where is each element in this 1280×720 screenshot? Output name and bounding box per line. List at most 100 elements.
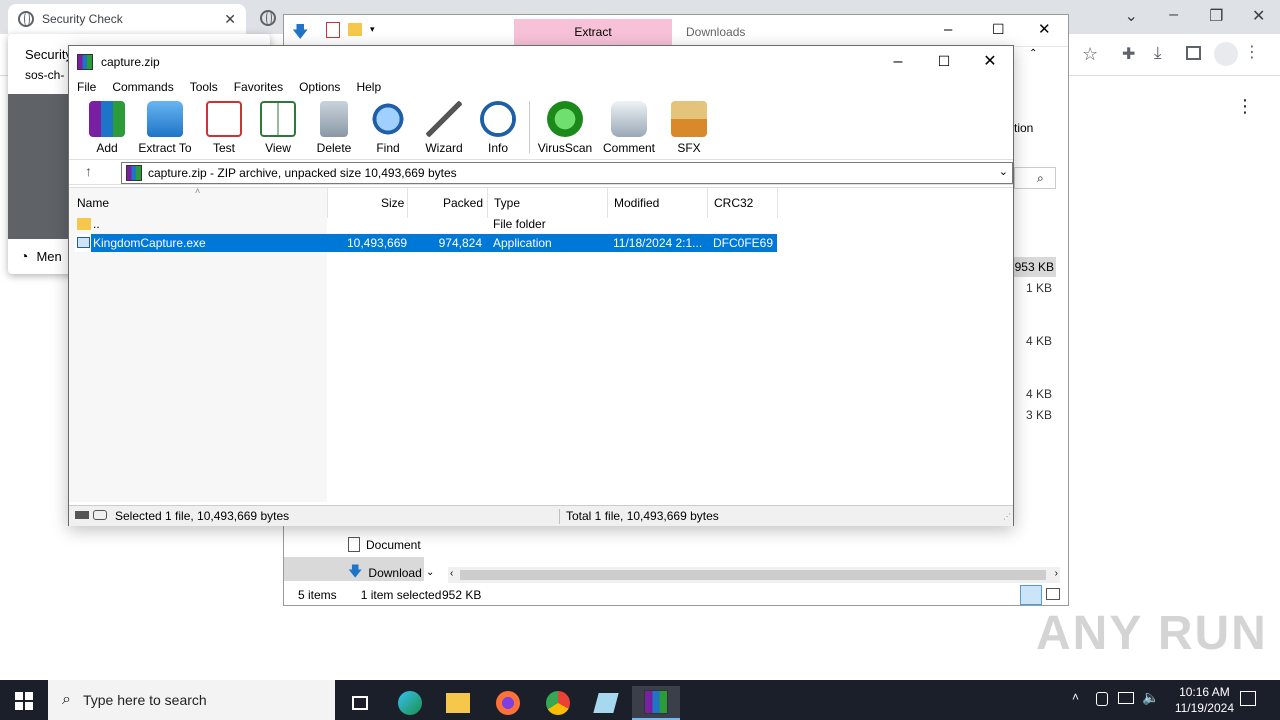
- menu-favorites[interactable]: Favorites: [226, 77, 291, 97]
- archive-path-field[interactable]: capture.zip - ZIP archive, unpacked size…: [121, 162, 1013, 184]
- up-arrow-icon[interactable]: ↑: [85, 163, 92, 179]
- column-packed[interactable]: Packed: [443, 196, 483, 210]
- chevron-down-icon[interactable]: ⌄: [1110, 6, 1153, 28]
- column-modified[interactable]: Modified: [614, 196, 659, 210]
- minimize-icon[interactable]: –: [1153, 6, 1196, 28]
- properties-icon[interactable]: [326, 22, 340, 38]
- wizard-icon: [426, 101, 462, 137]
- popup-subtitle: sos-ch-: [25, 68, 65, 82]
- maximize-icon[interactable]: ☐: [921, 46, 967, 77]
- maximize-icon[interactable]: ☐: [992, 21, 1005, 38]
- chevron-down-icon[interactable]: ⌄: [426, 567, 434, 578]
- volume-icon[interactable]: 🔈: [1142, 689, 1159, 706]
- resize-grip-icon[interactable]: ⋰: [1003, 512, 1011, 521]
- info-button[interactable]: Info: [470, 101, 526, 155]
- add-button[interactable]: Add: [79, 101, 135, 155]
- kebab-menu-icon[interactable]: ⋮: [1244, 42, 1260, 62]
- restore-icon[interactable]: ❐: [1195, 6, 1238, 28]
- chevron-left-icon[interactable]: ‹: [450, 568, 453, 579]
- file-size: 953 KB: [1014, 257, 1056, 277]
- toolbar-label: Test: [212, 141, 235, 155]
- chrome-icon[interactable]: [534, 686, 582, 720]
- popup-menu-label: Men: [36, 248, 62, 264]
- winrar-taskbar-icon[interactable]: [632, 686, 680, 720]
- chevron-down-icon[interactable]: ⌄: [999, 165, 1008, 178]
- edge-icon[interactable]: [386, 686, 434, 720]
- winrar-window: capture.zip – ☐ ✕ File Commands Tools Fa…: [68, 45, 1014, 526]
- table-row[interactable]: KingdomCapture.exe 10,493,669 974,824 Ap…: [75, 234, 777, 252]
- extract-to-button[interactable]: Extract To: [137, 101, 193, 155]
- notification-icon[interactable]: [1240, 691, 1256, 706]
- winrar-icon: [77, 53, 93, 70]
- menu-tools[interactable]: Tools: [182, 77, 226, 97]
- toolbar-label: Wizard: [425, 141, 463, 155]
- system-clock[interactable]: 10:16 AM 11/19/2024: [1175, 684, 1234, 716]
- side-panel-icon[interactable]: [1186, 46, 1201, 60]
- wizard-button[interactable]: Wizard: [416, 101, 472, 155]
- delete-button[interactable]: Delete: [306, 101, 362, 155]
- cell-packed: 974,824: [438, 236, 482, 250]
- close-icon[interactable]: ✕: [224, 11, 236, 28]
- column-divider: [707, 188, 708, 218]
- tab-extract[interactable]: Extract: [514, 19, 672, 45]
- star-icon[interactable]: ☆: [1082, 44, 1098, 65]
- folder-icon[interactable]: [348, 23, 362, 36]
- profile-icon[interactable]: [1214, 42, 1238, 66]
- search-icon: ⌕: [1037, 171, 1044, 185]
- sfx-icon: [671, 101, 707, 137]
- security-icon[interactable]: [1096, 692, 1108, 706]
- menu-file[interactable]: File: [69, 77, 104, 97]
- table-row[interactable]: .. File folder: [75, 215, 777, 233]
- close-icon[interactable]: ✕: [1038, 20, 1051, 38]
- chevron-right-icon[interactable]: ›: [1055, 568, 1058, 579]
- virusscan-button[interactable]: VirusScan: [537, 101, 593, 155]
- file-size: 1 KB: [1025, 281, 1052, 295]
- file-explorer-icon[interactable]: [434, 686, 482, 720]
- close-icon[interactable]: ✕: [1238, 6, 1280, 28]
- large-icons-view-icon[interactable]: [1046, 588, 1060, 600]
- test-button[interactable]: Test: [196, 101, 252, 155]
- tab-downloads[interactable]: Downloads: [674, 19, 757, 45]
- download-icon[interactable]: ⤓: [1154, 43, 1162, 63]
- nav-item-documents[interactable]: Document: [348, 537, 421, 552]
- chevron-up-icon[interactable]: ⌃: [1029, 48, 1037, 59]
- window-title: capture.zip: [101, 54, 160, 69]
- notepad-icon[interactable]: [582, 686, 630, 720]
- column-name[interactable]: Name: [77, 196, 109, 210]
- extensions-icon[interactable]: ✚: [1122, 44, 1135, 64]
- menu-commands[interactable]: Commands: [104, 77, 181, 97]
- chevron-up-icon[interactable]: ˄: [1072, 690, 1079, 704]
- download-arrow-icon: 🡇: [348, 563, 363, 579]
- column-type[interactable]: Type: [494, 196, 520, 210]
- status-divider: [559, 509, 560, 524]
- find-button[interactable]: Find: [360, 101, 416, 155]
- tab-security-check[interactable]: Security Check ✕: [8, 4, 246, 34]
- taskbar-search[interactable]: ⌕ Type here to search: [48, 680, 335, 720]
- comment-button[interactable]: Comment: [601, 101, 657, 155]
- find-icon: [370, 101, 406, 137]
- view-button[interactable]: View: [250, 101, 306, 155]
- menu-options[interactable]: Options: [291, 77, 348, 97]
- popup-menu[interactable]: ◔ Men: [20, 248, 62, 264]
- dropdown-icon[interactable]: ▾: [370, 24, 375, 35]
- minimize-icon[interactable]: –: [944, 21, 952, 38]
- globe-icon[interactable]: [260, 10, 276, 26]
- firefox-icon[interactable]: [484, 686, 532, 720]
- explorer-search-box[interactable]: ⌕: [1014, 167, 1056, 189]
- status-selected: Selected 1 file, 10,493,669 bytes: [115, 509, 290, 523]
- task-view-icon[interactable]: [336, 686, 384, 720]
- column-crc32[interactable]: CRC32: [714, 196, 753, 210]
- details-view-icon[interactable]: [1020, 585, 1042, 605]
- page-menu-icon[interactable]: ⋮: [1236, 96, 1254, 117]
- nav-item-downloads[interactable]: 🡇 Download: [348, 561, 422, 585]
- scrollbar-thumb[interactable]: [460, 570, 1046, 580]
- windows-start-icon[interactable]: [15, 692, 33, 710]
- sfx-button[interactable]: SFX: [661, 101, 717, 155]
- horizontal-scrollbar[interactable]: ‹ ›: [448, 567, 1060, 583]
- network-icon[interactable]: [1118, 692, 1134, 704]
- minimize-icon[interactable]: –: [875, 46, 921, 77]
- column-size[interactable]: Size: [381, 196, 404, 210]
- menu-help[interactable]: Help: [348, 77, 389, 97]
- close-icon[interactable]: ✕: [967, 46, 1013, 77]
- cell-name: ..: [93, 217, 100, 231]
